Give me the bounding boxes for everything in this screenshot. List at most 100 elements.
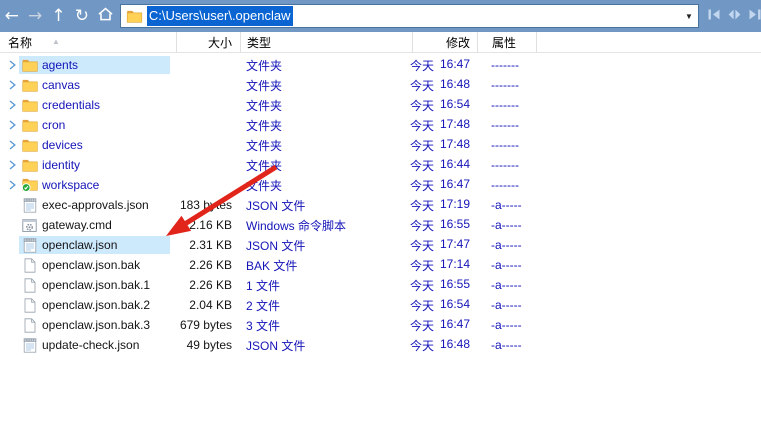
expand-chevron-icon[interactable] bbox=[6, 180, 19, 190]
chevron-down-icon: ▼ bbox=[685, 11, 693, 21]
pane-right-icon[interactable] bbox=[749, 7, 761, 25]
file-attributes: -a----- bbox=[491, 258, 522, 272]
file-select-area[interactable]: gateway.cmd bbox=[19, 216, 170, 234]
expand-chevron-icon[interactable] bbox=[6, 60, 19, 70]
file-row[interactable]: openclaw.json.bak 2.26 KB BAK 文件 今天 17:14 -a-… bbox=[0, 255, 761, 275]
forward-button[interactable]: → bbox=[24, 3, 45, 29]
file-attributes: ------- bbox=[491, 118, 519, 132]
file-modified: 今天 16:44 bbox=[410, 157, 477, 174]
file-size: 2.26 KB bbox=[189, 278, 232, 292]
pane-switch-icon[interactable] bbox=[728, 7, 741, 25]
modified-day: 今天 bbox=[409, 298, 434, 313]
name-cell: identity bbox=[0, 156, 176, 174]
file-row[interactable]: agents 文件夹 今天 16:47 ------- bbox=[0, 55, 761, 75]
name-cell: openclaw.json.bak.2 bbox=[0, 296, 176, 314]
file-select-area[interactable]: devices bbox=[19, 136, 170, 154]
blank-file-icon bbox=[21, 317, 38, 333]
expand-chevron-icon[interactable] bbox=[6, 120, 19, 130]
blank-file-icon bbox=[21, 277, 38, 293]
file-select-area[interactable]: openclaw.json.bak.3 bbox=[19, 316, 170, 334]
file-row[interactable]: gateway.cmd 2.16 KB Windows 命令脚本 今天 16:55 -a-… bbox=[0, 215, 761, 235]
file-select-area[interactable]: identity bbox=[19, 156, 170, 174]
file-name: openclaw.json.bak.3 bbox=[42, 318, 151, 332]
expand-chevron-icon[interactable] bbox=[6, 160, 19, 170]
file-row[interactable]: update-check.json 49 bytes JSON 文件 今天 16:48 -… bbox=[0, 335, 761, 355]
file-row[interactable]: cron 文件夹 今天 17:48 ------- bbox=[0, 115, 761, 135]
file-select-area[interactable]: openclaw.json bbox=[19, 236, 170, 254]
file-attributes: -a----- bbox=[491, 198, 522, 212]
modified-time: 16:55 bbox=[439, 276, 470, 291]
file-row[interactable]: credentials 文件夹 今天 16:54 ------- bbox=[0, 95, 761, 115]
up-button[interactable]: ↑ bbox=[48, 3, 69, 29]
address-input[interactable]: C:\Users\user\.openclaw bbox=[146, 6, 293, 26]
file-name: openclaw.json.bak bbox=[42, 258, 141, 272]
file-select-area[interactable]: openclaw.json.bak bbox=[19, 256, 170, 274]
modified-day: 今天 bbox=[409, 178, 434, 193]
file-attributes: -a----- bbox=[491, 278, 522, 292]
modified-day: 今天 bbox=[409, 278, 434, 293]
modified-day: 今天 bbox=[409, 78, 434, 93]
modified-day: 今天 bbox=[409, 98, 434, 113]
file-attributes: -a----- bbox=[491, 238, 522, 252]
file-size: 2.04 KB bbox=[189, 298, 232, 312]
modified-time: 16:47 bbox=[439, 56, 470, 71]
modified-day: 今天 bbox=[409, 338, 434, 353]
column-header-name[interactable]: 名称 ▲ bbox=[0, 32, 176, 53]
back-arrow-icon: ← bbox=[4, 5, 19, 26]
file-modified: 今天 16:54 bbox=[409, 297, 477, 314]
file-row[interactable]: openclaw.json 2.31 KB JSON 文件 今天 17:47 -a----… bbox=[0, 235, 761, 255]
column-header-size[interactable]: 大小 bbox=[176, 31, 240, 53]
file-select-area[interactable]: agents bbox=[19, 56, 170, 74]
file-row[interactable]: openclaw.json.bak.1 2.26 KB 1 文件 今天 16:55 -a-… bbox=[0, 275, 761, 295]
file-row[interactable]: devices 文件夹 今天 17:48 ------- bbox=[0, 135, 761, 155]
modified-time: 16:47 bbox=[439, 176, 470, 191]
back-button[interactable]: ← bbox=[1, 3, 22, 29]
pane-left-icon[interactable] bbox=[708, 7, 720, 25]
file-type: 文件夹 bbox=[246, 58, 283, 73]
expand-chevron-icon[interactable] bbox=[6, 80, 19, 90]
file-type: 文件夹 bbox=[246, 98, 283, 113]
file-row[interactable]: workspace 文件夹 今天 16:47 ------- bbox=[0, 175, 761, 195]
column-header-attributes[interactable]: 属性 bbox=[477, 31, 537, 53]
modified-time: 16:47 bbox=[439, 316, 470, 331]
file-select-area[interactable]: openclaw.json.bak.1 bbox=[19, 276, 170, 294]
home-button[interactable] bbox=[95, 3, 116, 29]
file-type: BAK 文件 bbox=[246, 258, 298, 273]
address-dropdown-button[interactable]: ▼ bbox=[680, 5, 698, 27]
file-select-area[interactable]: canvas bbox=[19, 76, 170, 94]
file-type: 文件夹 bbox=[246, 118, 283, 133]
modified-time: 16:48 bbox=[439, 76, 470, 91]
file-modified: 今天 16:48 bbox=[409, 337, 477, 354]
file-select-area[interactable]: openclaw.json.bak.2 bbox=[19, 296, 170, 314]
file-type: JSON 文件 bbox=[246, 338, 306, 353]
file-name: agents bbox=[42, 58, 79, 72]
column-header-type[interactable]: 类型 bbox=[240, 31, 412, 53]
file-modified: 今天 17:48 bbox=[410, 137, 477, 154]
refresh-button[interactable]: ↻ bbox=[71, 3, 92, 29]
file-name: gateway.cmd bbox=[42, 218, 112, 232]
expand-chevron-icon[interactable] bbox=[6, 100, 19, 110]
modified-day: 今天 bbox=[409, 218, 434, 233]
cmd-script-icon bbox=[21, 217, 38, 233]
folder-icon bbox=[21, 77, 38, 93]
file-row[interactable]: openclaw.json.bak.3 679 bytes 3 文件 今天 16:47 -… bbox=[0, 315, 761, 335]
folder-icon bbox=[21, 137, 38, 153]
file-select-area[interactable]: credentials bbox=[19, 96, 170, 114]
file-name: exec-approvals.json bbox=[42, 198, 149, 212]
column-header-modified[interactable]: 修改 bbox=[412, 31, 477, 53]
file-select-area[interactable]: workspace bbox=[19, 176, 170, 194]
file-row[interactable]: exec-approvals.json 183 bytes JSON 文件 今天 17:… bbox=[0, 195, 761, 215]
file-modified: 今天 17:14 bbox=[409, 257, 477, 274]
file-select-area[interactable]: exec-approvals.json bbox=[19, 196, 170, 214]
address-bar[interactable]: C:\Users\user\.openclaw ▼ bbox=[119, 4, 699, 28]
file-row[interactable]: identity 文件夹 今天 16:44 ------- bbox=[0, 155, 761, 175]
file-select-area[interactable]: cron bbox=[19, 116, 170, 134]
file-select-area[interactable]: update-check.json bbox=[19, 336, 170, 354]
file-row[interactable]: openclaw.json.bak.2 2.04 KB 2 文件 今天 16:54 -a-… bbox=[0, 295, 761, 315]
file-size: 2.26 KB bbox=[189, 258, 232, 272]
file-type: 3 文件 bbox=[246, 318, 281, 333]
expand-chevron-icon[interactable] bbox=[6, 140, 19, 150]
sort-ascending-icon: ▲ bbox=[52, 37, 60, 46]
file-row[interactable]: canvas 文件夹 今天 16:48 ------- bbox=[0, 75, 761, 95]
modified-day: 今天 bbox=[409, 258, 434, 273]
